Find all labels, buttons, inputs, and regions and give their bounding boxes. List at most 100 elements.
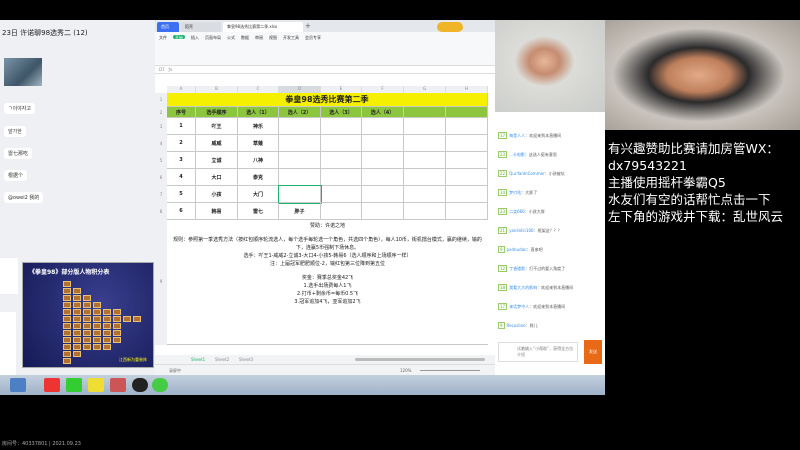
column-label[interactable]: 选人（2） (279, 107, 321, 118)
chat-username[interactable]: 梦刃咕 (509, 190, 521, 195)
notes-merged-cell[interactable]: 赞助：许诺之地 规则：参照第一季选秀方法（按红包顺序轮流选人，每个选手每轮选一个角… (167, 218, 488, 345)
horizontal-scrollbar[interactable] (355, 358, 485, 361)
table-cell[interactable] (279, 118, 321, 135)
table-cell[interactable] (404, 135, 446, 152)
menu-review[interactable]: 审阅 (255, 35, 263, 40)
table-cell[interactable] (362, 186, 404, 203)
chat-username[interactable]: QucYanInCommer (509, 171, 545, 176)
menu-dev[interactable]: 开发工具 (283, 35, 299, 40)
chat-username[interactable]: ...卡电影 (509, 152, 525, 157)
table-cell[interactable] (321, 135, 362, 152)
row-header[interactable]: 3 (155, 118, 167, 135)
table-cell[interactable] (321, 118, 362, 135)
menu-formula[interactable]: 公式 (227, 35, 235, 40)
table-cell[interactable] (321, 152, 362, 169)
row-header[interactable]: 2 (155, 107, 167, 118)
column-header[interactable]: F (362, 86, 404, 93)
table-cell[interactable] (404, 186, 446, 203)
table-cell[interactable]: 吖王 (196, 118, 238, 135)
table-cell[interactable]: 八神 (238, 152, 279, 169)
column-label[interactable]: 选手顺序 (196, 107, 238, 118)
column-header[interactable]: D (279, 86, 321, 93)
sheet-tab-2[interactable]: Sheet2 (215, 357, 229, 362)
column-label[interactable]: 选人（1） (238, 107, 279, 118)
tab-workbook[interactable]: 拳皇98选秀比赛第二季.xlsx (223, 22, 303, 32)
row-header[interactable]: 5 (155, 152, 167, 169)
menu-file[interactable]: 文件 (159, 35, 167, 40)
table-cell[interactable]: 小孩 (196, 186, 238, 203)
table-cell[interactable] (446, 169, 488, 186)
table-cell[interactable]: 威威 (196, 135, 238, 152)
cell-reference[interactable]: D7 (159, 67, 165, 72)
table-cell[interactable] (362, 135, 404, 152)
table-cell[interactable]: 大门 (238, 186, 279, 203)
table-cell[interactable] (321, 186, 362, 203)
table-cell[interactable] (362, 169, 404, 186)
table-cell[interactable]: 草薙 (238, 135, 279, 152)
wps-icon[interactable] (44, 378, 60, 392)
chat-username[interactable]: 二笑666 (509, 209, 525, 214)
sheet-title[interactable]: 拳皇98选秀比赛第二季 (167, 93, 488, 107)
table-cell[interactable]: 3 (167, 152, 196, 169)
row-header[interactable]: 1 (155, 93, 167, 107)
chat-username[interactable]: Recusline (507, 323, 526, 328)
table-cell[interactable] (362, 118, 404, 135)
table-cell[interactable] (446, 118, 488, 135)
table-cell[interactable] (446, 186, 488, 203)
column-label[interactable]: 序号 (167, 107, 196, 118)
column-label[interactable]: 选人（4） (362, 107, 404, 118)
menu-start[interactable]: 开始 (173, 35, 185, 40)
obs-icon[interactable] (132, 378, 148, 392)
menu-data[interactable]: 数据 (241, 35, 249, 40)
table-cell[interactable] (404, 118, 446, 135)
app-icon[interactable] (88, 378, 104, 392)
table-cell[interactable] (279, 135, 321, 152)
chat-username[interactable]: 每是人人 (509, 133, 525, 138)
chat-username[interactable]: pxdnudan (507, 247, 527, 252)
table-cell[interactable] (446, 152, 488, 169)
zoom-level[interactable]: 120% (400, 368, 411, 373)
game-score-card[interactable]: 《拳皇98》部分版人物积分表 江西新为重装阵 (22, 262, 154, 368)
menu-view[interactable]: 视图 (269, 35, 277, 40)
column-header[interactable]: B (196, 86, 238, 93)
table-cell[interactable] (446, 135, 488, 152)
new-tab-icon[interactable]: + (305, 22, 311, 32)
member-badge[interactable] (437, 22, 463, 32)
column-header[interactable]: E (321, 86, 362, 93)
table-cell[interactable] (362, 152, 404, 169)
table-cell[interactable]: 大口 (196, 169, 238, 186)
row-header[interactable]: 4 (155, 135, 167, 152)
column-label[interactable] (446, 107, 488, 118)
column-header[interactable]: H (446, 86, 488, 93)
start-icon[interactable] (10, 378, 26, 392)
app-icon[interactable] (152, 378, 168, 392)
ribbon-toolbar[interactable] (155, 42, 495, 66)
row-header[interactable]: 6 (155, 169, 167, 186)
table-cell[interactable]: 2 (167, 135, 196, 152)
chat-input[interactable]: 试着输入“小帮助”，获得全方位介绍 (498, 342, 578, 362)
table-cell[interactable]: 立诚 (196, 152, 238, 169)
row-header[interactable]: 9 (155, 218, 167, 345)
column-header[interactable]: C (238, 86, 279, 93)
tab-docer[interactable]: 稻壳 (181, 22, 221, 32)
send-button[interactable]: 发送 (584, 340, 602, 364)
shared-image[interactable] (4, 58, 42, 86)
formula-bar[interactable]: D7 ƒx (155, 66, 495, 74)
table-cell[interactable]: 泰克 (238, 169, 279, 186)
chat-username[interactable]: 丁香楼影 (509, 266, 525, 271)
chat-username[interactable]: yanlinlin100 (509, 228, 534, 233)
chat-username[interactable]: 我看大大的影响 (509, 285, 537, 290)
table-cell[interactable] (279, 169, 321, 186)
zoom-slider[interactable] (420, 370, 480, 371)
menu-member[interactable]: 会员专享 (305, 35, 321, 40)
column-label[interactable]: 选人（3） (321, 107, 362, 118)
fx-icon[interactable]: ƒx (168, 67, 172, 72)
menu-layout[interactable]: 页面布局 (205, 35, 221, 40)
column-label[interactable] (404, 107, 446, 118)
table-cell[interactable] (404, 152, 446, 169)
row-header[interactable]: 7 (155, 186, 167, 203)
sheet-tab-1[interactable]: Sheet1 (191, 357, 205, 362)
app-icon[interactable] (110, 378, 126, 392)
table-cell[interactable] (279, 152, 321, 169)
column-header[interactable]: G (404, 86, 446, 93)
